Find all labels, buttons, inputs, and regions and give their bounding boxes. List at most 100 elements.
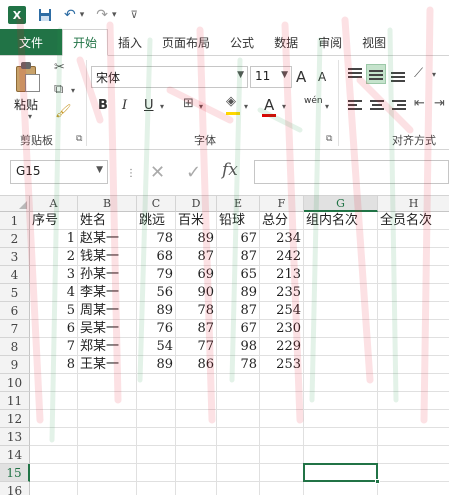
cell-c14[interactable] [137,446,176,464]
cell-c8[interactable]: 54 [137,338,176,356]
tab-file[interactable]: 文件 [0,29,62,55]
column-header-g[interactable]: G [304,196,378,212]
cell-h5[interactable] [378,284,449,302]
cell-h8[interactable] [378,338,449,356]
cell-d13[interactable] [176,428,217,446]
cell-d14[interactable] [176,446,217,464]
cell-a11[interactable] [30,392,78,410]
cell-d16[interactable] [176,482,217,495]
increase-indent-icon[interactable]: ⇥ [434,96,445,111]
active-cell-selection[interactable] [303,463,378,482]
cell-a4[interactable]: 3 [30,266,78,284]
row-header-1[interactable]: 1 [0,212,30,230]
tab-review[interactable]: 审阅 [308,29,352,55]
cell-d9[interactable]: 86 [176,356,217,374]
orientation-dropdown-icon[interactable]: ▾ [432,70,436,79]
copy-icon[interactable]: ⧉ [54,82,63,97]
cell-b11[interactable] [78,392,137,410]
column-header-e[interactable]: E [217,196,260,212]
cell-h3[interactable] [378,248,449,266]
cell-c1[interactable]: 跳远 [137,212,176,230]
cancel-formula-icon[interactable]: ✕ [150,162,165,183]
cell-f9[interactable]: 253 [260,356,304,374]
cell-c9[interactable]: 89 [137,356,176,374]
cell-a15[interactable] [30,464,78,482]
row-header-8[interactable]: 8 [0,338,30,356]
paste-dropdown-icon[interactable]: ▾ [28,112,32,121]
cell-b4[interactable]: 孙某一 [78,266,137,284]
row-header-2[interactable]: 2 [0,230,30,248]
cell-d10[interactable] [176,374,217,392]
cell-b14[interactable] [78,446,137,464]
paste-icon[interactable] [16,62,42,94]
cell-b7[interactable]: 吴某一 [78,320,137,338]
cell-g1[interactable]: 组内名次 [304,212,378,230]
tab-view[interactable]: 视图 [352,29,396,55]
cell-f10[interactable] [260,374,304,392]
cell-g9[interactable] [304,356,378,374]
cell-f7[interactable]: 230 [260,320,304,338]
cell-g3[interactable] [304,248,378,266]
fill-handle[interactable] [375,479,380,484]
cell-d2[interactable]: 89 [176,230,217,248]
cell-g14[interactable] [304,446,378,464]
cell-h2[interactable] [378,230,449,248]
grow-font-button[interactable]: A [296,68,306,86]
cell-a13[interactable] [30,428,78,446]
row-header-16[interactable]: 16 [0,482,30,495]
cell-h9[interactable] [378,356,449,374]
cell-f6[interactable]: 254 [260,302,304,320]
cell-a9[interactable]: 8 [30,356,78,374]
row-header-5[interactable]: 5 [0,284,30,302]
tab-formulas[interactable]: 公式 [220,29,264,55]
enter-formula-icon[interactable]: ✓ [186,162,201,183]
cell-d15[interactable] [176,464,217,482]
cell-d11[interactable] [176,392,217,410]
border-icon[interactable]: ⊞ [183,96,194,111]
align-left-icon[interactable] [348,100,362,112]
row-header-9[interactable]: 9 [0,356,30,374]
cell-h10[interactable] [378,374,449,392]
border-dropdown-icon[interactable]: ▾ [199,102,203,111]
row-header-6[interactable]: 6 [0,302,30,320]
font-size-select[interactable]: 11 ▼ [250,66,292,88]
cell-g7[interactable] [304,320,378,338]
cell-g8[interactable] [304,338,378,356]
cell-h4[interactable] [378,266,449,284]
cell-b5[interactable]: 李某一 [78,284,137,302]
row-header-13[interactable]: 13 [0,428,30,446]
column-header-b[interactable]: B [78,196,137,212]
row-header-11[interactable]: 11 [0,392,30,410]
italic-button[interactable]: I [122,98,127,113]
undo-icon[interactable]: ↶ [64,7,76,23]
cell-g11[interactable] [304,392,378,410]
cell-e16[interactable] [217,482,260,495]
tab-insert[interactable]: 插入 [108,29,152,55]
select-all-button[interactable] [0,196,30,212]
column-header-c[interactable]: C [137,196,176,212]
row-header-3[interactable]: 3 [0,248,30,266]
save-icon[interactable] [38,8,52,22]
cell-d7[interactable]: 87 [176,320,217,338]
phonetic-dropdown-icon[interactable]: ▾ [325,102,329,111]
column-header-d[interactable]: D [176,196,217,212]
cell-c13[interactable] [137,428,176,446]
cell-h11[interactable] [378,392,449,410]
cell-b16[interactable] [78,482,137,495]
cell-b9[interactable]: 王某一 [78,356,137,374]
cell-c10[interactable] [137,374,176,392]
font-color-dropdown-icon[interactable]: ▾ [282,102,286,111]
cell-a5[interactable]: 4 [30,284,78,302]
redo-icon[interactable]: ↷ [96,7,108,23]
cell-f4[interactable]: 213 [260,266,304,284]
copy-dropdown-icon[interactable]: ▾ [71,86,75,95]
cell-g16[interactable] [304,482,378,495]
insert-function-button[interactable]: fx [222,160,238,180]
cell-e13[interactable] [217,428,260,446]
cell-b8[interactable]: 郑某一 [78,338,137,356]
cell-f5[interactable]: 235 [260,284,304,302]
cell-f8[interactable]: 229 [260,338,304,356]
cell-h16[interactable] [378,482,449,495]
align-middle-icon[interactable] [369,70,383,82]
cell-f16[interactable] [260,482,304,495]
